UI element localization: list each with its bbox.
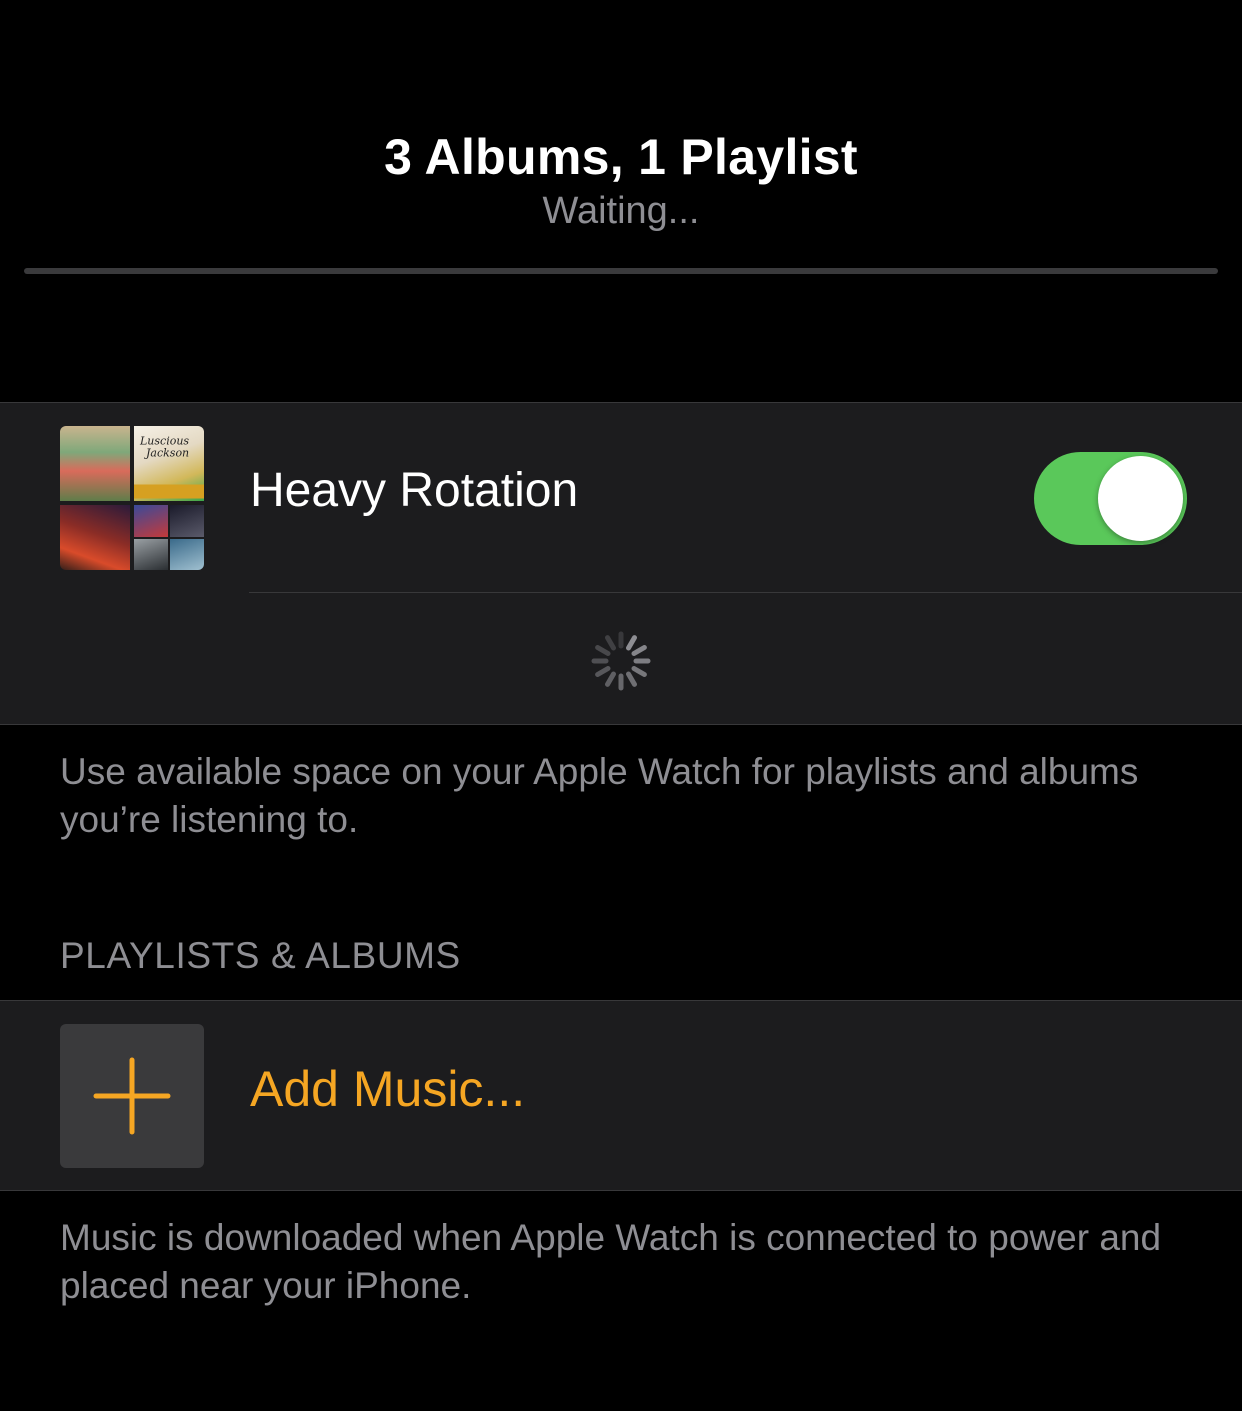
add-music-tile[interactable] <box>60 1024 204 1168</box>
spinner-spoke <box>626 635 637 651</box>
add-music-button[interactable]: Add Music... <box>250 1060 525 1118</box>
add-music-footer: Music is downloaded when Apple Watch is … <box>60 1217 1162 1306</box>
activity-indicator-icon <box>591 631 651 691</box>
spinner-spoke <box>631 666 647 677</box>
album-cover-2: Luscious Jackson <box>134 426 204 501</box>
row-separator <box>249 592 1242 593</box>
spinner-spoke <box>631 645 647 656</box>
heavy-rotation-artwork: Luscious Jackson <box>60 426 204 570</box>
album-cover-4 <box>134 505 204 570</box>
album-cover-2-art: Luscious Jackson <box>134 435 204 499</box>
toggle-knob <box>1098 456 1183 541</box>
svg-text:Jackson: Jackson <box>144 447 189 460</box>
spinner-spoke <box>605 635 616 651</box>
sync-progress-bar <box>24 268 1218 274</box>
sync-status: Waiting... <box>542 190 700 232</box>
section-header: PLAYLISTS & ALBUMS <box>60 935 461 976</box>
spinner-spoke <box>595 666 611 677</box>
page-title: 3 Albums, 1 Playlist <box>384 129 858 185</box>
spinner-spoke <box>595 645 611 656</box>
plus-icon <box>93 1057 171 1135</box>
spinner-spoke <box>626 671 637 687</box>
heavy-rotation-footer: Use available space on your Apple Watch … <box>60 751 1139 840</box>
album-cover-1 <box>60 426 130 501</box>
heavy-rotation-toggle[interactable] <box>1034 452 1187 545</box>
album-cover-3 <box>60 505 130 570</box>
heavy-rotation-label: Heavy Rotation <box>250 464 579 517</box>
spinner-spoke <box>605 671 616 687</box>
